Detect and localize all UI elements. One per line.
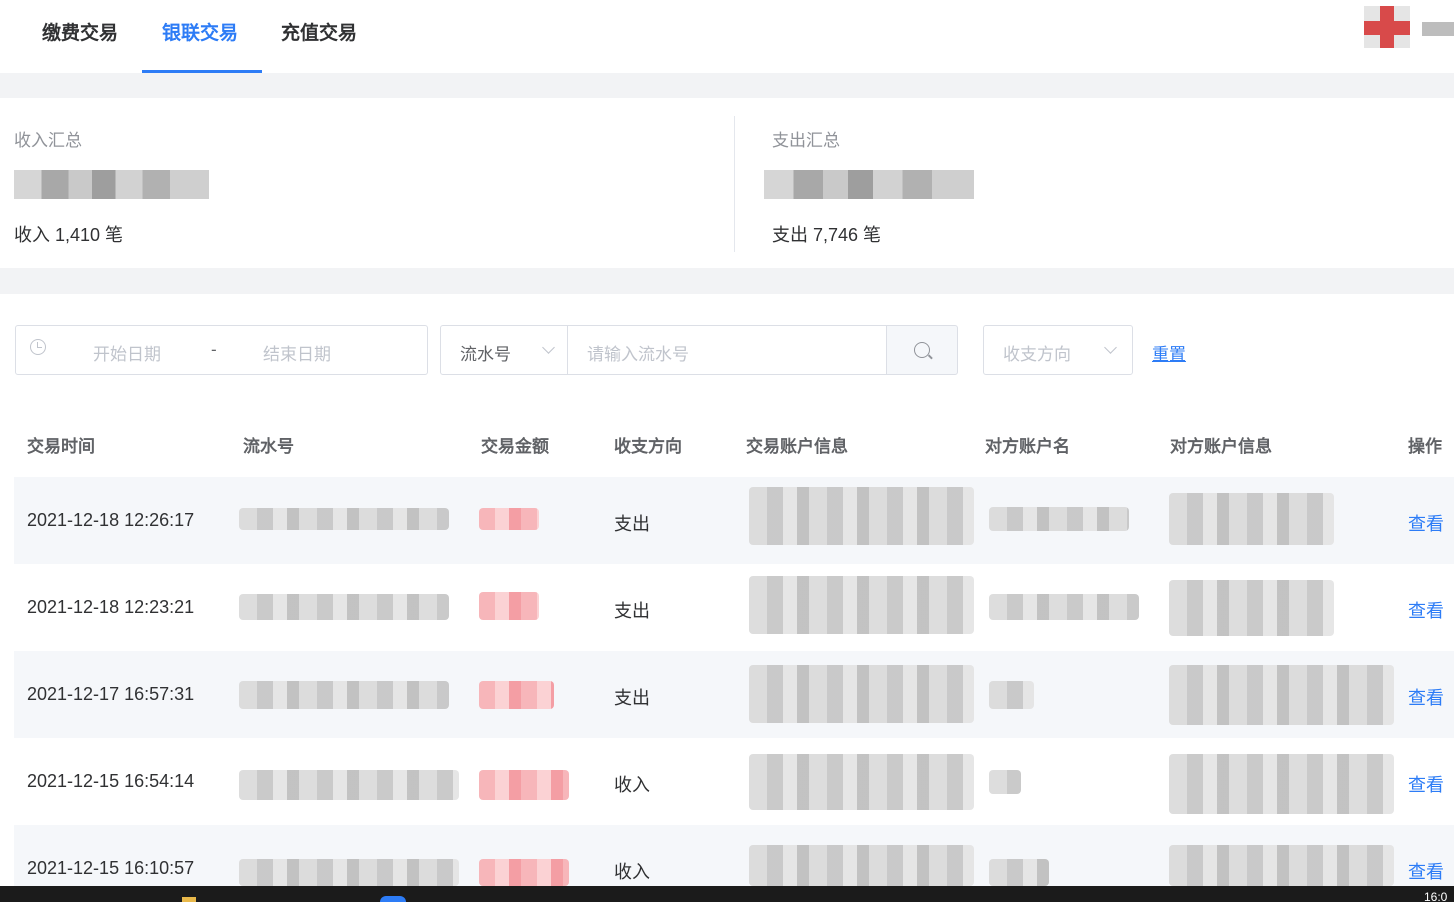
tab-recharge-transactions[interactable]: 充值交易	[281, 18, 357, 45]
table-row[interactable]: 2021-12-18 12:26:17 支出 查看	[14, 477, 1454, 564]
column-header: 对方账户名	[985, 437, 1070, 456]
transaction-time: 2021-12-18 12:26:17	[27, 510, 195, 530]
column-header: 交易时间	[27, 437, 95, 456]
amount-redacted	[479, 770, 569, 800]
serial-number-redacted	[239, 594, 449, 620]
view-link[interactable]: 查看	[1408, 858, 1444, 884]
direction-value: 支出	[614, 688, 650, 708]
column-header: 对方账户信息	[1170, 437, 1272, 456]
column-header: 收支方向	[614, 437, 682, 456]
end-date-placeholder: 结束日期	[263, 345, 331, 364]
direction-value: 收入	[614, 862, 650, 882]
serial-number-input[interactable]: 请输入流水号	[567, 325, 887, 375]
amount-redacted	[479, 592, 539, 620]
view-link[interactable]: 查看	[1408, 771, 1444, 797]
serial-number-redacted	[239, 859, 459, 886]
table-row[interactable]: 2021-12-15 16:10:57 收入 查看	[14, 825, 1454, 886]
section-gap	[0, 73, 1454, 98]
amount-redacted	[479, 508, 539, 530]
start-date-placeholder: 开始日期	[93, 345, 161, 364]
search-type-value: 流水号	[460, 345, 511, 364]
expense-summary-title: 支出汇总	[772, 131, 840, 150]
transaction-time: 2021-12-15 16:10:57	[27, 858, 195, 878]
counterparty-info-redacted	[1169, 665, 1394, 725]
transaction-time: 2021-12-15 16:54:14	[27, 771, 195, 791]
os-taskbar: 16:0	[0, 886, 1454, 904]
user-name-redacted	[1422, 22, 1454, 36]
transaction-time: 2021-12-18 12:23:21	[27, 597, 195, 617]
tab-fee-transactions[interactable]: 缴费交易	[42, 18, 118, 45]
counterparty-info-redacted	[1169, 845, 1394, 886]
account-info-redacted	[749, 754, 974, 810]
clock-icon	[30, 339, 46, 355]
table-row[interactable]: 2021-12-15 16:54:14 收入 查看	[14, 738, 1454, 825]
browser-icon[interactable]	[380, 896, 406, 902]
serial-number-redacted	[239, 508, 449, 530]
search-button[interactable]	[886, 325, 958, 375]
view-link[interactable]: 查看	[1408, 597, 1444, 623]
counterparty-name-redacted	[989, 507, 1129, 531]
summary-divider	[734, 116, 735, 252]
income-count: 收入 1,410 笔	[14, 225, 124, 245]
income-amount-redacted	[14, 170, 209, 199]
counterparty-info-redacted	[1169, 493, 1334, 545]
counterparty-name-redacted	[989, 770, 1021, 794]
serial-number-redacted	[239, 770, 459, 800]
expense-amount-redacted	[764, 170, 974, 199]
counterparty-info-redacted	[1169, 580, 1334, 636]
date-separator: -	[211, 340, 217, 359]
serial-number-redacted	[239, 681, 449, 709]
folder-icon[interactable]	[182, 897, 196, 902]
column-header: 交易金额	[481, 437, 549, 456]
counterparty-info-redacted	[1169, 754, 1394, 814]
view-link[interactable]: 查看	[1408, 510, 1444, 536]
direction-value: 支出	[614, 601, 650, 621]
amount-redacted	[479, 859, 569, 886]
table-row[interactable]: 2021-12-18 12:23:21 支出 查看	[14, 564, 1454, 651]
avatar[interactable]	[1364, 6, 1410, 48]
counterparty-name-redacted	[989, 859, 1049, 886]
serial-number-placeholder: 请输入流水号	[587, 345, 689, 364]
account-info-redacted	[749, 576, 974, 634]
counterparty-name-redacted	[989, 681, 1034, 709]
direction-placeholder: 收支方向	[1003, 345, 1071, 364]
top-tab-bar: 缴费交易 银联交易 充值交易	[0, 0, 1454, 73]
account-info-redacted	[749, 487, 974, 545]
date-range-picker[interactable]: 开始日期 - 结束日期	[15, 325, 428, 375]
direction-value: 收入	[614, 775, 650, 795]
account-info-redacted	[749, 845, 974, 886]
table-row[interactable]: 2021-12-17 16:57:31 支出 查看	[14, 651, 1454, 738]
direction-value: 支出	[614, 514, 650, 534]
summary-panel	[0, 98, 1454, 268]
amount-redacted	[479, 681, 554, 709]
column-header: 流水号	[243, 437, 294, 456]
column-header: 交易账户信息	[746, 437, 848, 456]
search-icon	[914, 342, 930, 358]
counterparty-name-redacted	[989, 594, 1139, 620]
expense-count: 支出 7,746 笔	[772, 225, 882, 245]
account-info-redacted	[749, 665, 974, 723]
income-summary-title: 收入汇总	[14, 131, 82, 150]
transaction-time: 2021-12-17 16:57:31	[27, 684, 195, 704]
view-link[interactable]: 查看	[1408, 684, 1444, 710]
section-gap	[0, 268, 1454, 294]
column-header: 操作	[1408, 437, 1442, 456]
reset-link[interactable]: 重置	[1152, 340, 1186, 365]
tab-unionpay-transactions[interactable]: 银联交易	[162, 18, 238, 45]
